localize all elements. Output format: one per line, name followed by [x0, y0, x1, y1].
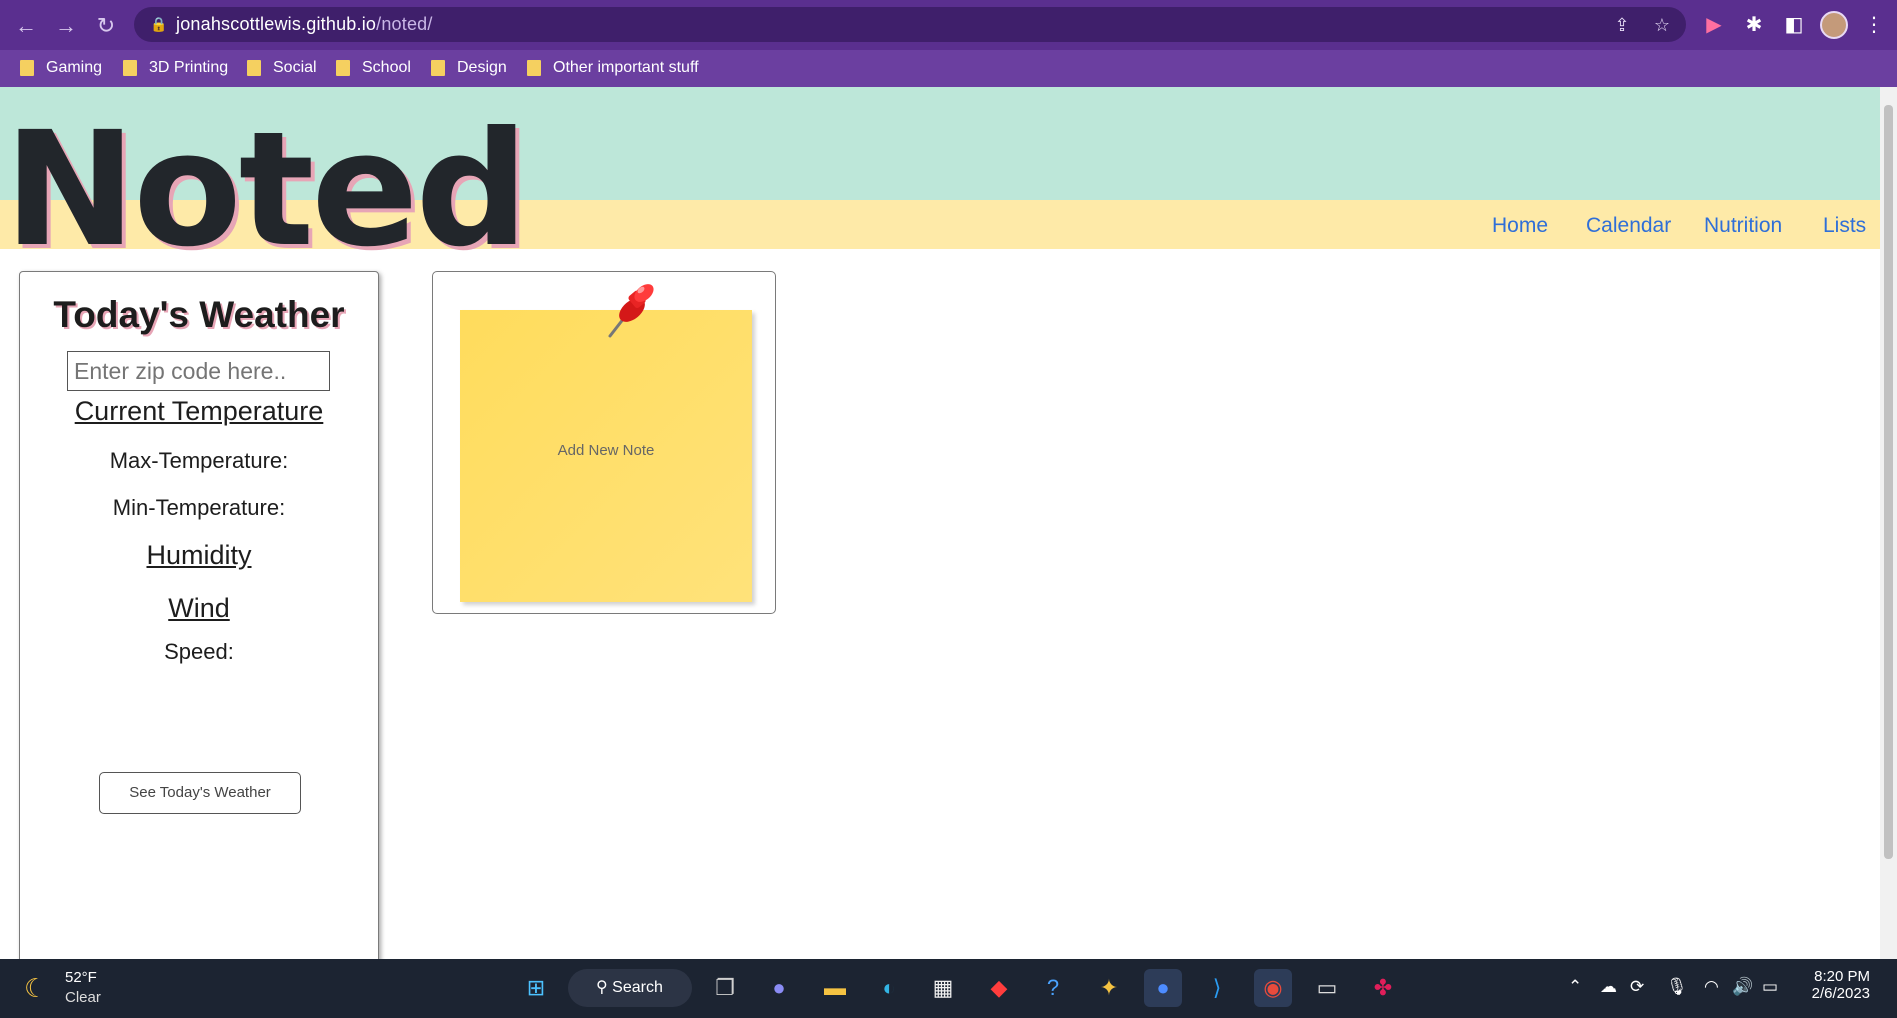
- edge-icon[interactable]: ◐: [870, 969, 908, 1007]
- app-red-diamond-icon[interactable]: ◆: [980, 969, 1018, 1007]
- slack-icon[interactable]: ✤: [1364, 969, 1402, 1007]
- nav-home[interactable]: Home: [1492, 214, 1548, 238]
- folder-icon: [336, 60, 350, 76]
- folder-icon: [247, 60, 261, 76]
- max-temperature-label: Max-Temperature:: [109, 448, 289, 473]
- nav-calendar[interactable]: Calendar: [1586, 214, 1671, 238]
- bookmark-star-icon[interactable]: ☆: [1650, 13, 1674, 37]
- bookmark-other[interactable]: Other important stuff: [527, 54, 699, 82]
- url-text[interactable]: jonahscottlewis.github.io/noted/: [176, 14, 433, 35]
- bookmark-design[interactable]: Design: [431, 54, 507, 82]
- help-icon[interactable]: ?: [1034, 969, 1072, 1007]
- pushpin-icon: [608, 284, 654, 338]
- address-bar[interactable]: 🔒 jonahscottlewis.github.io/noted/ ⇪ ☆: [134, 7, 1686, 42]
- menu-icon[interactable]: ⋮: [1860, 11, 1888, 39]
- wifi-icon[interactable]: ◠: [1704, 977, 1719, 997]
- app-multicolor-icon[interactable]: ✦: [1090, 969, 1128, 1007]
- battery-icon[interactable]: ▭: [1762, 977, 1778, 997]
- scrollbar-thumb[interactable]: [1884, 105, 1893, 859]
- windows-start-icon[interactable]: ⊞: [517, 969, 555, 1007]
- store-icon[interactable]: ▦: [924, 969, 962, 1007]
- sync-icon[interactable]: ⟳: [1630, 977, 1644, 997]
- taskbar-temperature[interactable]: 52°F: [65, 969, 97, 986]
- bookmark-social[interactable]: Social: [247, 54, 317, 82]
- min-temperature-label: Min-Temperature:: [112, 495, 286, 520]
- microphone-icon[interactable]: 🎙: [1666, 977, 1688, 997]
- vscode-icon[interactable]: ⟩: [1198, 969, 1236, 1007]
- folder-icon: [123, 60, 137, 76]
- volume-icon[interactable]: 🔊: [1732, 977, 1753, 997]
- forward-icon[interactable]: →: [52, 12, 80, 40]
- taskbar-date: 2/6/2023: [1811, 985, 1870, 1002]
- zoom-icon[interactable]: ●: [1144, 969, 1182, 1007]
- profile-avatar[interactable]: [1820, 11, 1848, 39]
- folder-icon: [431, 60, 445, 76]
- current-temperature-label: Current Temperature: [74, 396, 324, 426]
- tray-chevron-icon[interactable]: ⌃: [1568, 977, 1582, 997]
- chrome-icon[interactable]: ◉: [1254, 969, 1292, 1007]
- browser-chrome: ← → ↻ 🔒 jonahscottlewis.github.io/noted/…: [0, 0, 1897, 87]
- page-content: Noted Home Calendar Nutrition Lists Toda…: [0, 87, 1880, 959]
- browser-toolbar: ← → ↻ 🔒 jonahscottlewis.github.io/noted/…: [0, 0, 1897, 50]
- share-icon[interactable]: ⇪: [1610, 13, 1634, 37]
- windows-taskbar: ☾ 52°F Clear ⊞ ⚲ Search ❐ ● ▬ ◐ ▦ ◆ ? ✦ …: [0, 959, 1897, 1018]
- task-view-icon[interactable]: ❐: [706, 969, 744, 1007]
- weather-title: Today's Weather: [53, 294, 345, 335]
- teams-icon[interactable]: ●: [760, 969, 798, 1007]
- onedrive-icon[interactable]: ☁: [1600, 977, 1617, 997]
- puzzle-icon[interactable]: ✱: [1740, 11, 1768, 39]
- taskbar-time: 8:20 PM: [1814, 968, 1870, 985]
- taskbar-clock[interactable]: 8:20 PM 2/6/2023: [1800, 968, 1870, 1002]
- bookmarks-bar: Gaming 3D Printing Social School Design …: [0, 50, 1897, 87]
- site-logo: Noted: [4, 98, 529, 282]
- terminal-icon[interactable]: ▭: [1308, 969, 1346, 1007]
- moon-icon[interactable]: ☾: [24, 973, 47, 1004]
- bookmark-3d-printing[interactable]: 3D Printing: [123, 54, 228, 82]
- extension-icon[interactable]: ▶: [1700, 11, 1728, 39]
- see-weather-button[interactable]: See Today's Weather: [99, 772, 301, 814]
- folder-icon: [527, 60, 541, 76]
- bookmark-school[interactable]: School: [336, 54, 411, 82]
- taskbar-search[interactable]: ⚲ Search: [568, 969, 692, 1007]
- add-note-sticky[interactable]: Add New Note: [460, 310, 752, 602]
- nav-nutrition[interactable]: Nutrition: [1704, 214, 1782, 238]
- side-panel-icon[interactable]: ◧: [1780, 11, 1808, 39]
- folder-icon: [20, 60, 34, 76]
- search-icon: ⚲: [596, 979, 608, 996]
- weather-card: Today's Weather Current Temperature Max-…: [19, 271, 379, 959]
- wind-label: Wind: [168, 593, 230, 623]
- note-card: Add New Note: [432, 271, 776, 614]
- back-icon[interactable]: ←: [12, 12, 40, 40]
- lock-icon: 🔒: [150, 16, 168, 32]
- file-explorer-icon[interactable]: ▬: [816, 969, 854, 1007]
- taskbar-condition[interactable]: Clear: [65, 989, 101, 1006]
- add-note-label: Add New Note: [557, 442, 655, 459]
- nav-lists[interactable]: Lists: [1823, 214, 1866, 238]
- zip-code-input[interactable]: [67, 351, 330, 391]
- humidity-label: Humidity: [146, 540, 252, 570]
- reload-icon[interactable]: ↻: [92, 12, 120, 40]
- wind-speed-label: Speed:: [164, 639, 234, 664]
- bookmark-gaming[interactable]: Gaming: [20, 54, 102, 82]
